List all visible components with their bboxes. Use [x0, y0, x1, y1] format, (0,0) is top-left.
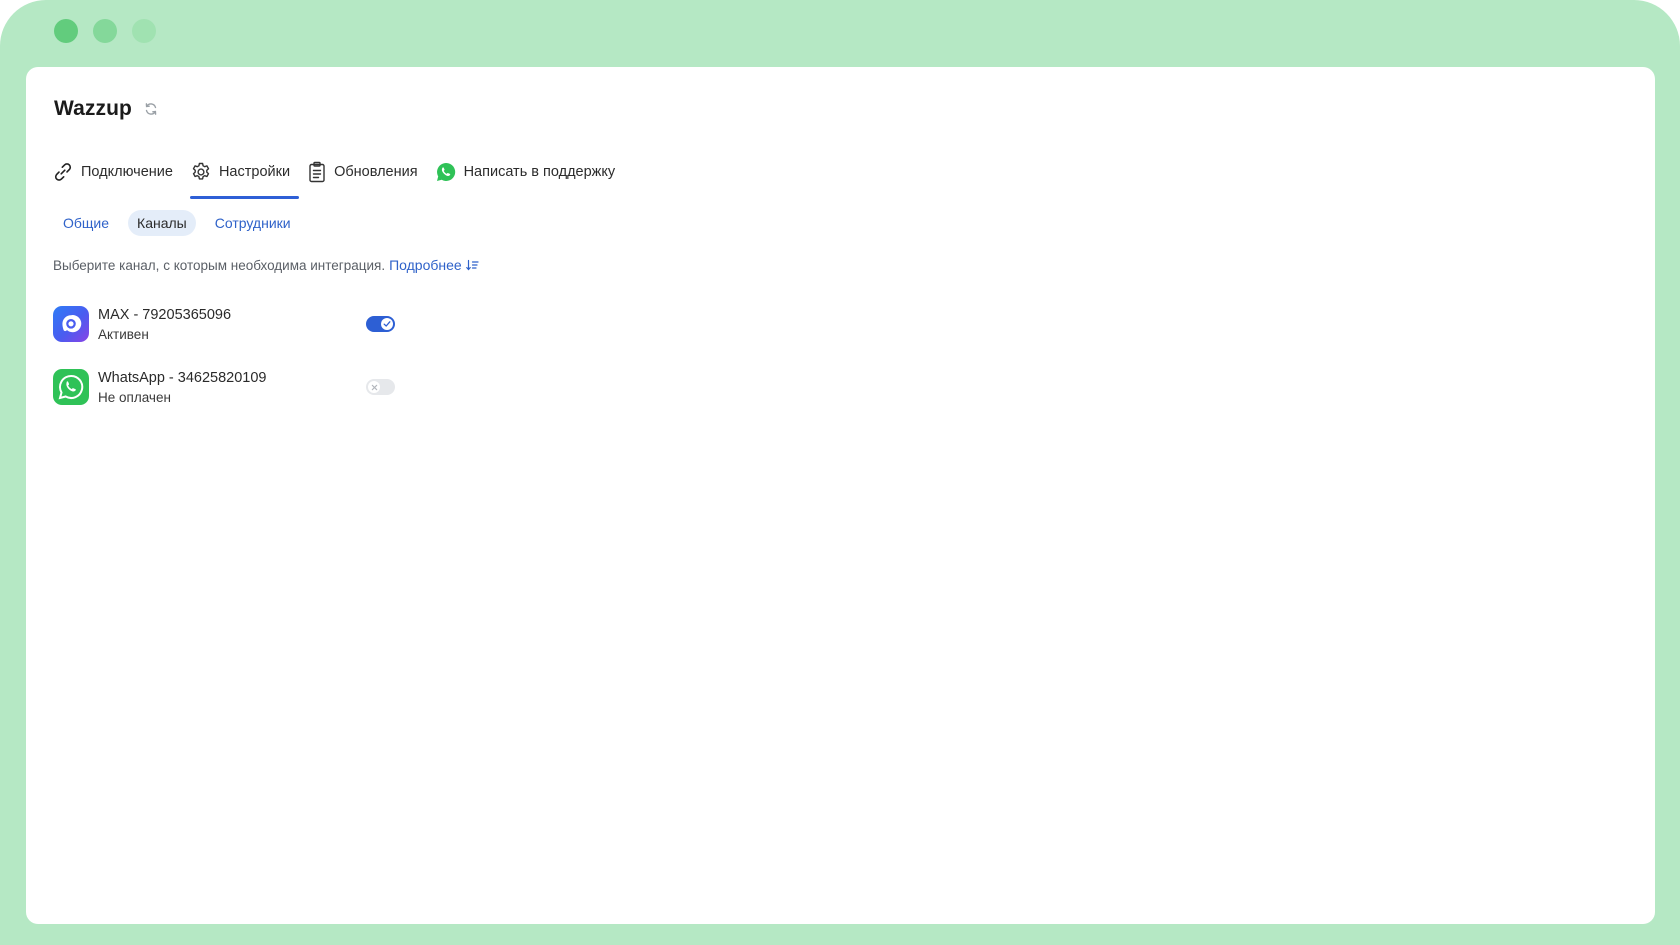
tab-settings-label: Настройки	[218, 164, 291, 180]
subtab-general[interactable]: Общие	[54, 210, 118, 236]
subtab-channels[interactable]: Каналы	[128, 210, 196, 236]
whatsapp-icon	[53, 369, 89, 405]
whatsapp-icon	[436, 162, 455, 181]
link-icon	[54, 163, 72, 181]
tab-updates-label: Обновления	[334, 164, 418, 180]
channel-toggle-max[interactable]	[366, 316, 395, 332]
toggle-knob	[381, 318, 393, 330]
page-title: Wazzup	[54, 97, 132, 120]
more-link[interactable]: Подробнее	[389, 257, 479, 273]
channel-toggle-whatsapp[interactable]	[366, 379, 395, 395]
tab-settings[interactable]: Настройки	[189, 151, 300, 199]
channel-name: MAX - 79205365096	[98, 306, 232, 323]
channel-status: Не оплачен	[98, 389, 171, 405]
app-window: Wazzup Подключение Настройки Обновления …	[0, 0, 1680, 945]
channel-status: Активен	[98, 326, 149, 342]
gear-icon	[192, 162, 210, 180]
channel-row-max: MAX - 79205365096 Активен	[53, 301, 413, 347]
tab-connection[interactable]: Подключение	[52, 151, 181, 193]
toggle-knob	[368, 381, 380, 393]
tab-support[interactable]: Написать в поддержку	[435, 151, 624, 193]
tab-connection-label: Подключение	[81, 164, 173, 180]
app-header: Wazzup	[54, 97, 158, 121]
channel-info: MAX - 79205365096 Активен	[98, 307, 364, 342]
window-close-button[interactable]	[54, 19, 78, 43]
clipboard-icon	[309, 161, 325, 183]
tab-updates[interactable]: Обновления	[307, 151, 426, 193]
refresh-icon[interactable]	[144, 102, 158, 116]
main-tabs: Подключение Настройки Обновления Написат…	[52, 151, 632, 199]
max-icon	[53, 306, 89, 342]
channel-hint-text: Выберите канал, с которым необходима инт…	[53, 257, 386, 273]
window-controls	[54, 19, 156, 43]
sort-down-icon	[465, 259, 479, 271]
channel-hint: Выберите канал, с которым необходима инт…	[53, 257, 479, 273]
check-icon	[383, 321, 391, 327]
channel-name: WhatsApp - 34625820109	[98, 369, 267, 386]
channel-info: WhatsApp - 34625820109 Не оплачен	[98, 370, 364, 405]
x-icon	[371, 384, 377, 390]
tab-support-label: Написать в поддержку	[463, 164, 616, 180]
subtab-employees[interactable]: Сотрудники	[206, 210, 300, 236]
main-panel: Wazzup Подключение Настройки Обновления …	[26, 67, 1655, 924]
window-maximize-button[interactable]	[132, 19, 156, 43]
sub-tabs: Общие Каналы Сотрудники	[54, 210, 300, 236]
channel-row-whatsapp: WhatsApp - 34625820109 Не оплачен	[53, 364, 413, 410]
more-link-label: Подробнее	[389, 257, 462, 273]
window-minimize-button[interactable]	[93, 19, 117, 43]
